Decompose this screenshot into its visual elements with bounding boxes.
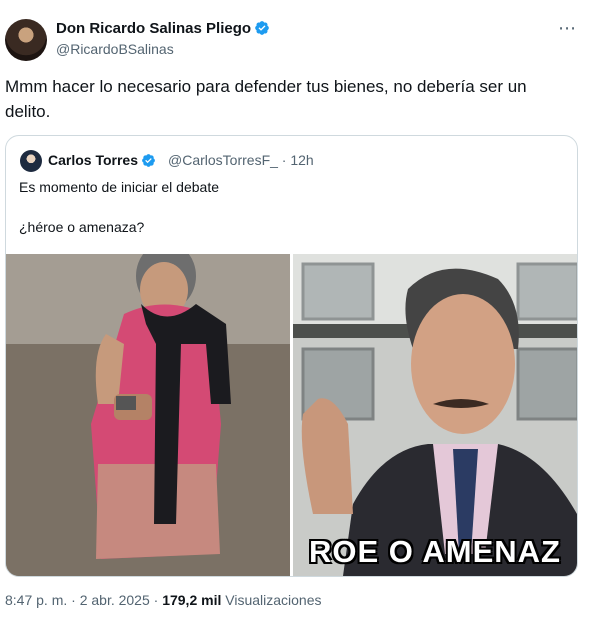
quoted-tweet[interactable]: Carlos Torres @CarlosTorresF_ · 12h Es m… [5, 135, 578, 577]
tweet[interactable]: Don Ricardo Salinas Pliego @RicardoBSali… [0, 0, 589, 620]
tweet-timestamp[interactable]: 8:47 p. m. · 2 abr. 2025 · [5, 592, 162, 608]
verified-badge-icon [142, 154, 155, 167]
quoted-author-avatar[interactable] [20, 150, 42, 172]
more-options-icon[interactable]: ⋯ [558, 18, 577, 39]
tweet-text: Mmm hacer lo necesario para defender tus… [5, 77, 527, 121]
quoted-text-line: ¿héroe o amenaza? [19, 219, 145, 235]
woman-photo-illustration [6, 254, 290, 576]
man-photo-illustration [293, 254, 577, 576]
author-avatar[interactable] [5, 19, 47, 61]
quoted-image-jjj[interactable]: ROE O AMENAZ [293, 254, 577, 576]
views-label: Visualizaciones [221, 592, 322, 608]
author-name[interactable]: Don Ricardo Salinas Pliego [56, 20, 251, 37]
author-name-row[interactable]: Don Ricardo Salinas Pliego [56, 20, 270, 37]
verified-badge-icon [255, 21, 269, 35]
views-count: 179,2 mil [162, 592, 222, 608]
quoted-text-line: Es momento de iniciar el debate [19, 179, 219, 195]
quoted-author-name[interactable]: Carlos Torres [48, 152, 138, 168]
image-caption: ROE O AMENAZ [309, 534, 561, 569]
quoted-image-woman[interactable] [6, 254, 290, 576]
quoted-author-name-row[interactable]: Carlos Torres [48, 152, 156, 168]
author-handle[interactable]: @RicardoBSalinas [56, 41, 174, 57]
quoted-handle-time[interactable]: @CarlosTorresF_ · 12h [168, 152, 314, 168]
tweet-meta: 8:47 p. m. · 2 abr. 2025 · 179,2 mil Vis… [5, 592, 322, 608]
